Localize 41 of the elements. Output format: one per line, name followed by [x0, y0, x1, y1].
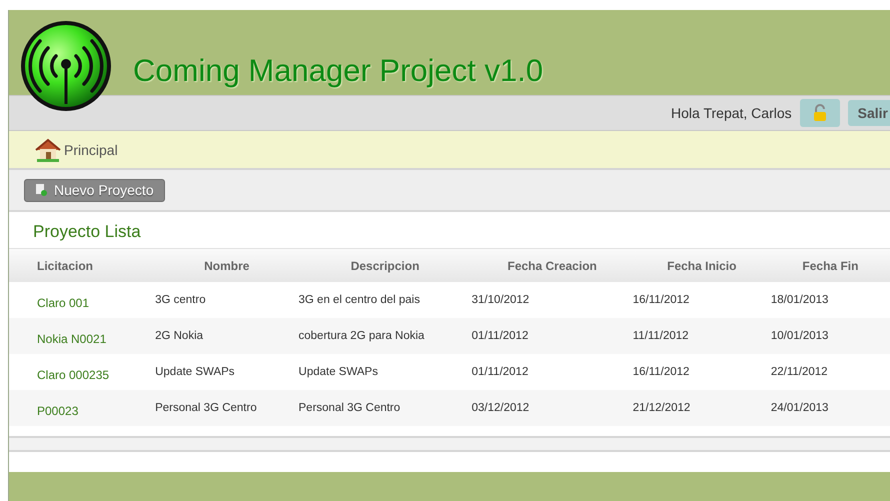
- padlock-icon: [812, 104, 828, 122]
- antenna-logo-icon: [19, 19, 113, 113]
- column-header: Fecha Inicio: [632, 249, 771, 282]
- table-cell: 24/01/2013: [770, 402, 828, 414]
- home-link[interactable]: Principal: [34, 138, 118, 162]
- table-cell: 16/11/2012: [632, 294, 690, 306]
- table-cell: 22/11/2012: [770, 366, 828, 378]
- table-cell: Personal 3G Centro: [155, 402, 257, 414]
- column-header: Descripcion: [298, 249, 472, 282]
- table-cell: 3G centro: [155, 294, 206, 306]
- table-cell: Update SWAPs: [298, 366, 378, 378]
- logout-button[interactable]: Salir: [848, 100, 890, 126]
- tender-link[interactable]: Claro 001: [37, 296, 90, 310]
- new-project-button[interactable]: Nuevo Proyecto: [24, 178, 165, 202]
- table-cell: 16/11/2012: [632, 366, 690, 378]
- add-document-icon: [35, 184, 47, 196]
- table-cell: 2G Nokia: [155, 330, 204, 342]
- table-cell: 11/11/2012: [632, 330, 689, 342]
- table-cell: Personal 3G Centro: [298, 402, 400, 414]
- column-header: Fecha Fin: [770, 249, 890, 282]
- column-header: Licitacion: [9, 249, 156, 282]
- house-icon: [34, 138, 62, 162]
- table-cell: 01/11/2012: [472, 330, 528, 342]
- app-title: Coming Manager Project v1.0: [133, 53, 544, 89]
- tender-link[interactable]: Nokia N0021: [37, 332, 106, 346]
- tender-link[interactable]: P00023: [37, 404, 78, 418]
- table-cell: 21/12/2012: [632, 402, 690, 414]
- table-cell: 03/12/2012: [472, 402, 530, 414]
- table-cell: Update SWAPs: [155, 366, 235, 378]
- table-cell: 10/01/2013: [770, 330, 828, 342]
- horizontal-scrollbar[interactable]: [9, 436, 890, 452]
- lock-button[interactable]: [800, 99, 840, 127]
- column-header: Nombre: [155, 249, 299, 282]
- table-cell: cobertura 2G para Nokia: [298, 330, 424, 342]
- user-greeting: Hola Trepat, Carlos: [671, 105, 792, 121]
- column-header: Fecha Creacion: [472, 249, 633, 282]
- tender-link[interactable]: Claro 000235: [37, 368, 110, 382]
- table-cell: 31/10/2012: [472, 294, 530, 306]
- table-cell: 18/01/2013: [770, 294, 828, 306]
- table-cell: 3G en el centro del pais: [298, 294, 420, 306]
- table-cell: 01/11/2012: [472, 366, 528, 378]
